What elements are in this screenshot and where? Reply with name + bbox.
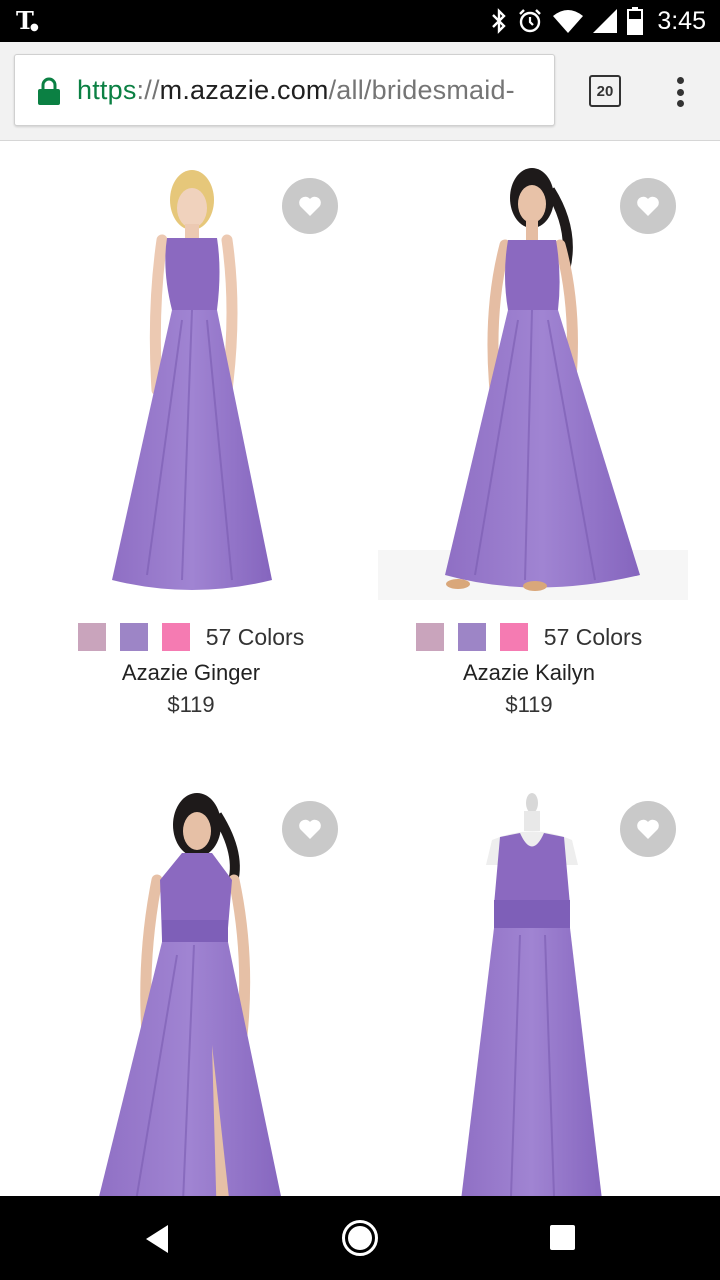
product-name[interactable]: Azazie Ginger: [22, 660, 360, 686]
status-icons: 3:45: [491, 6, 706, 36]
back-icon[interactable]: [144, 1224, 170, 1254]
color-swatches: 57 Colors: [360, 623, 698, 651]
heart-icon: [299, 819, 321, 839]
overflow-menu-icon[interactable]: [671, 74, 689, 110]
clock: 3:45: [657, 6, 706, 35]
product-price: $119: [505, 692, 553, 717]
favorite-button[interactable]: [620, 801, 676, 857]
tab-switcher-button[interactable]: 20: [589, 75, 621, 107]
alarm-icon: [519, 9, 542, 33]
browser-toolbar: https://m.azazie.com/all/bridesmaid- 20: [0, 42, 720, 141]
recent-apps-icon[interactable]: [550, 1225, 575, 1250]
battery-icon: [627, 7, 644, 35]
bluetooth-icon: [492, 8, 507, 34]
product-card[interactable]: 57 Colors Azazie Ginger $119: [22, 160, 360, 740]
url-scheme: https: [77, 75, 137, 105]
favorite-button[interactable]: [282, 178, 338, 234]
status-bar: T ● 3:45: [0, 0, 720, 42]
url-separator: ://: [136, 75, 160, 105]
url-text[interactable]: https://m.azazie.com/all/bridesmaid-: [77, 75, 515, 106]
color-swatch[interactable]: [161, 623, 190, 651]
color-swatch[interactable]: [457, 623, 486, 651]
wifi-icon: [553, 10, 584, 33]
signal-icon: [593, 9, 618, 33]
product-card[interactable]: [22, 785, 360, 1196]
product-card[interactable]: [360, 785, 698, 1196]
color-swatch[interactable]: [77, 623, 106, 651]
product-price: $119: [167, 692, 215, 717]
favorite-button[interactable]: [282, 801, 338, 857]
url-host: m.azazie.com: [159, 75, 329, 105]
product-card[interactable]: 57 Colors Azazie Kailyn $119: [360, 160, 698, 740]
color-swatch[interactable]: [415, 623, 444, 651]
color-swatches: 57 Colors: [22, 623, 360, 651]
system-navigation-bar: [0, 1196, 720, 1280]
colors-count: 57 Colors: [543, 623, 643, 650]
color-swatch[interactable]: [499, 623, 528, 651]
product-name[interactable]: Azazie Kailyn: [360, 660, 698, 686]
carrier-logo: T ●: [16, 6, 39, 35]
heart-icon: [637, 196, 659, 216]
lock-icon: [38, 77, 60, 105]
colors-count: 57 Colors: [205, 623, 305, 650]
heart-icon: [637, 819, 659, 839]
heart-icon: [299, 196, 321, 216]
favorite-button[interactable]: [620, 178, 676, 234]
color-swatch[interactable]: [119, 623, 148, 651]
home-icon[interactable]: [341, 1219, 379, 1257]
url-path: /all/bridesmaid-: [328, 75, 515, 105]
address-bar[interactable]: https://m.azazie.com/all/bridesmaid-: [14, 54, 555, 126]
